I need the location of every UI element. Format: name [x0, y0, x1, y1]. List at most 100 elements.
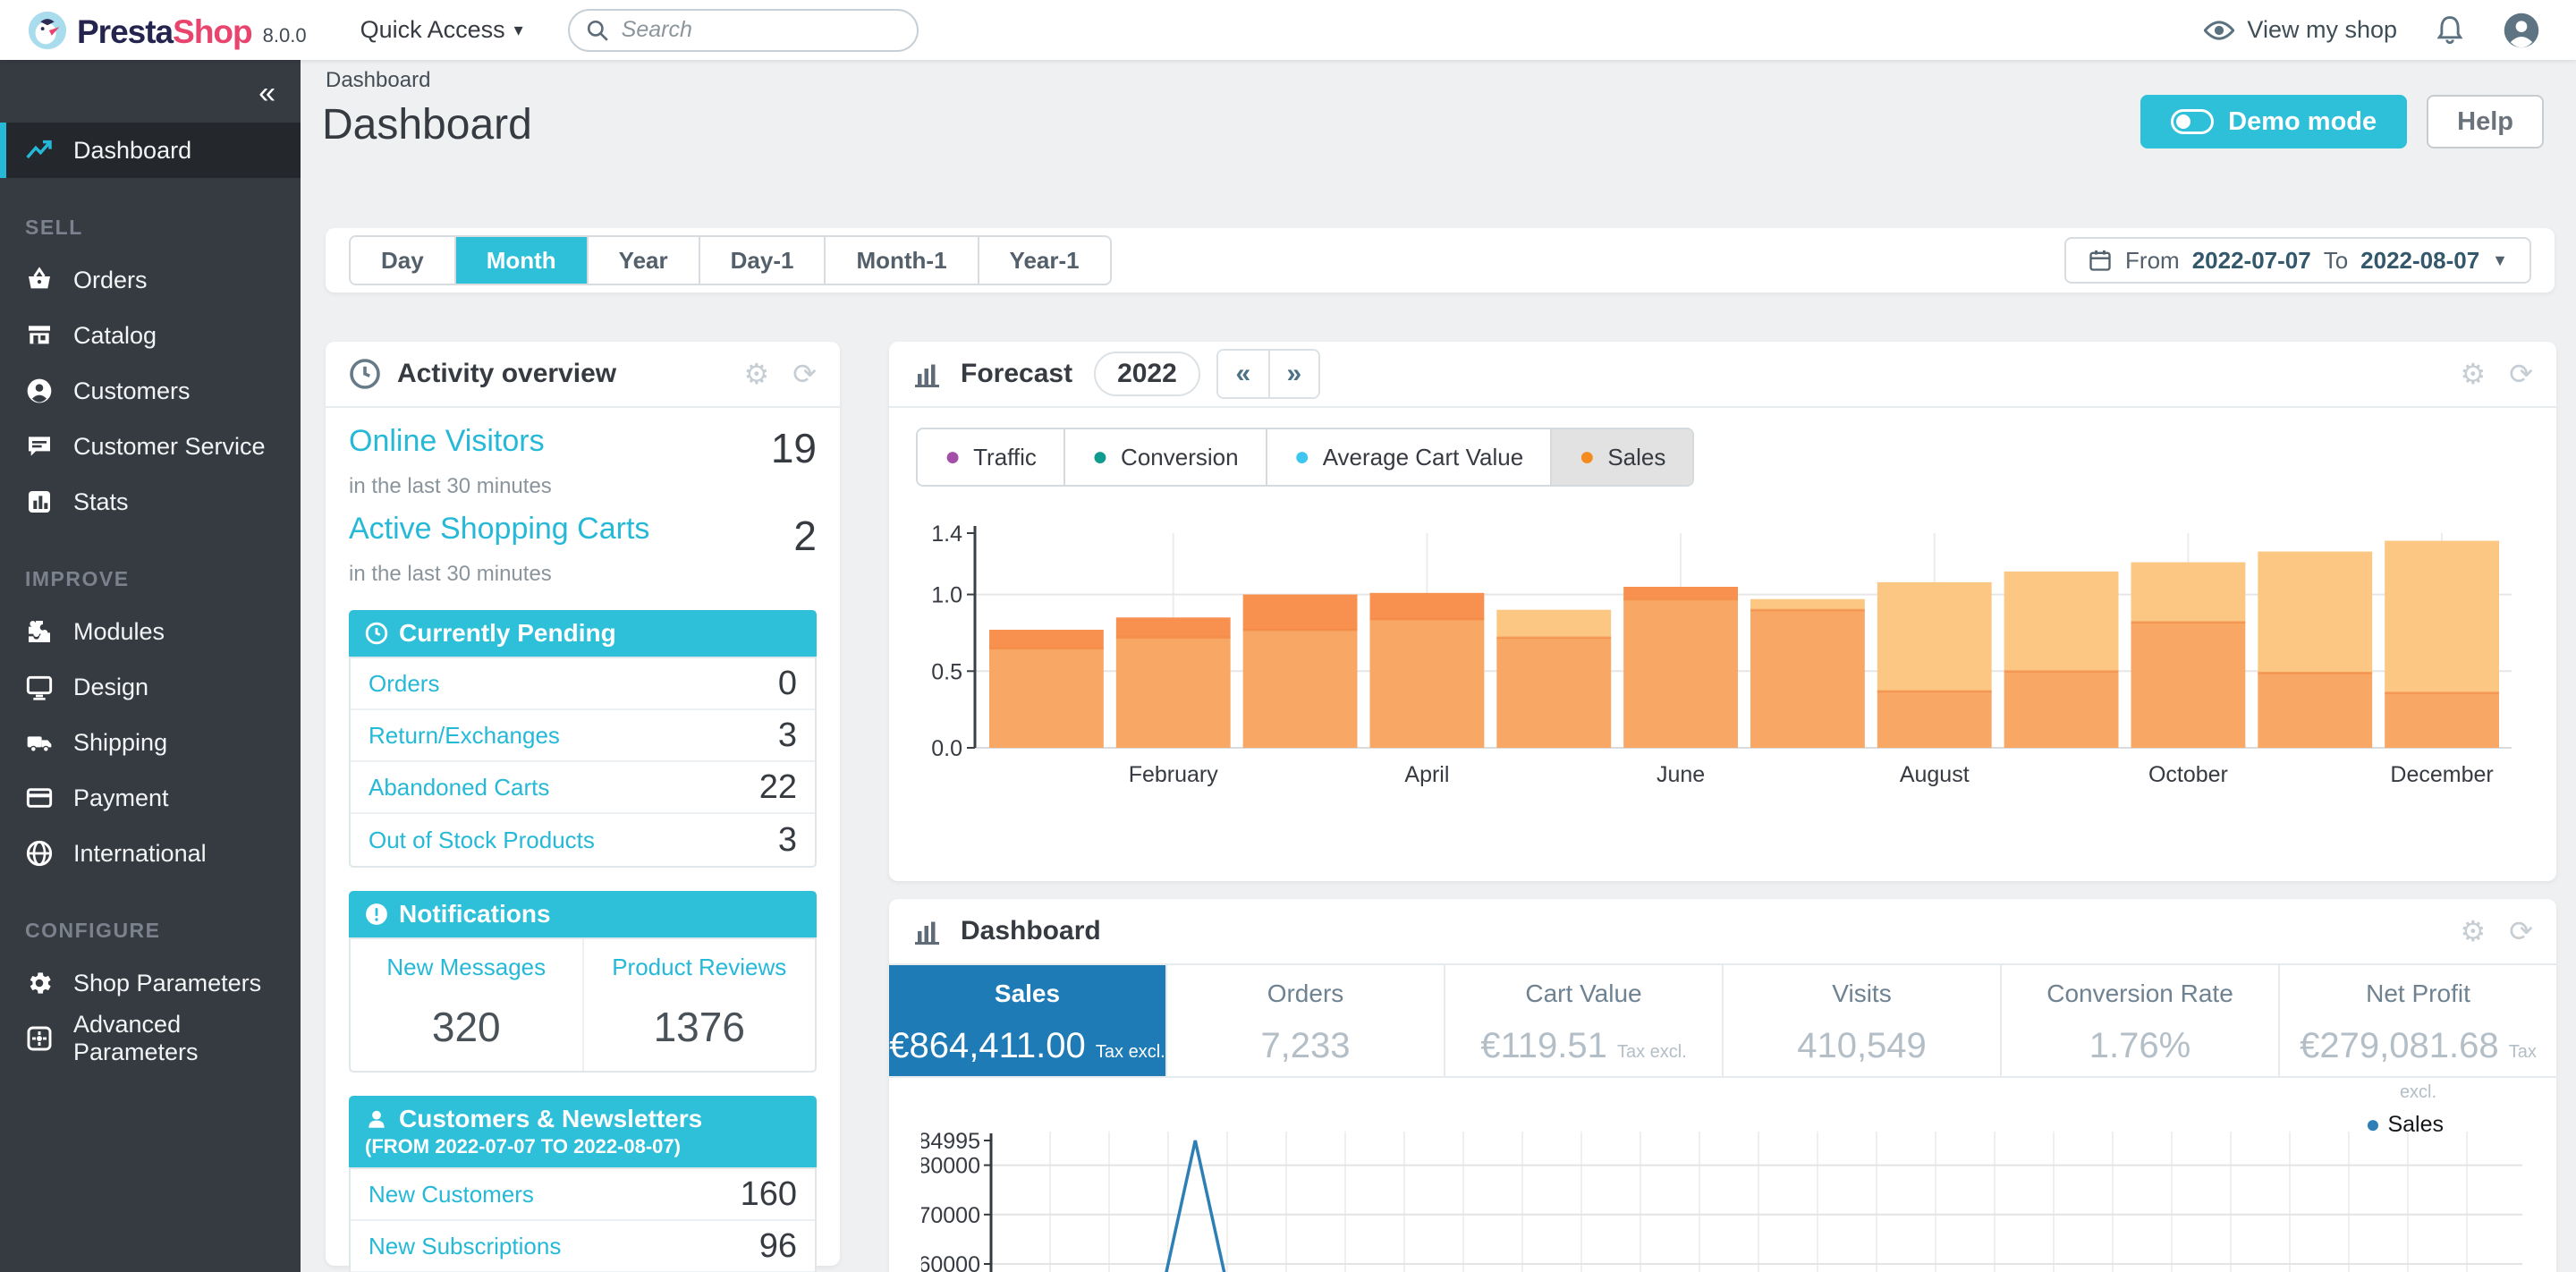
out-of-stock-value: 3 — [777, 820, 797, 859]
panel-refresh-icon[interactable]: ⟳ — [2509, 360, 2533, 388]
demo-mode-button[interactable]: Demo mode — [2140, 95, 2408, 148]
sidebar-item-label: Stats — [73, 488, 129, 515]
list-item: Abandoned Carts 22 — [351, 762, 815, 814]
range-month-1-button[interactable]: Month-1 — [826, 237, 979, 284]
view-my-shop-link[interactable]: View my shop — [2204, 16, 2397, 44]
activity-panel-title: Activity overview — [397, 359, 617, 388]
sidebar-item-stats[interactable]: Stats — [0, 474, 301, 530]
metric-label: Net Profit — [2366, 979, 2470, 1007]
svg-text:August: August — [1900, 762, 1970, 787]
date-range-picker-button[interactable]: From 2022-07-07 To 2022-08-07 ▼ — [2064, 237, 2531, 284]
list-item: Orders 0 — [351, 658, 815, 710]
metric-conversion-rate[interactable]: Conversion Rate 1.76% — [2002, 965, 2280, 1076]
customers-newsletters-range: (FROM 2022-07-07 TO 2022-08-07) — [365, 1135, 681, 1158]
sales-legend-label: Sales — [2387, 1111, 2444, 1137]
average-cart-value-dot-icon: ● — [1293, 442, 1310, 471]
currently-pending-list: Orders 0 Return/Exchanges 3 Abandoned Ca… — [349, 657, 817, 868]
help-button[interactable]: Help — [2427, 95, 2544, 148]
metric-cart-value[interactable]: Cart Value €119.51 Tax excl. — [1445, 965, 1724, 1076]
panel-settings-gear-icon[interactable]: ⚙ — [2461, 360, 2487, 388]
monitor-icon — [26, 675, 53, 700]
range-year-button[interactable]: Year — [588, 237, 700, 284]
forecast-prev-year-button[interactable]: « — [1217, 351, 1268, 397]
prestashop-logo[interactable]: Presta Shop 8.0.0 — [0, 10, 307, 51]
active-carts-link[interactable]: Active Shopping Carts — [349, 512, 649, 547]
tab-average-cart-value[interactable]: ● Average Cart Value — [1267, 429, 1553, 485]
new-subscriptions-link[interactable]: New Subscriptions — [369, 1233, 561, 1260]
sidebar-item-dashboard[interactable]: Dashboard — [0, 123, 301, 178]
panel-refresh-icon[interactable]: ⟳ — [792, 360, 817, 388]
panel-refresh-icon[interactable]: ⟳ — [2509, 917, 2533, 946]
stats-icon — [29, 491, 50, 513]
sidebar-item-modules[interactable]: Modules — [0, 604, 301, 659]
panel-settings-gear-icon[interactable]: ⚙ — [2461, 917, 2487, 946]
sidebar-item-catalog[interactable]: Catalog — [0, 308, 301, 363]
tab-traffic[interactable]: ● Traffic — [918, 429, 1065, 485]
sales-dot-icon: ● — [1579, 442, 1596, 471]
brand-shop: Shop — [173, 13, 252, 50]
sidebar-item-label: Modules — [73, 617, 165, 645]
notifications-bell-button[interactable] — [2436, 15, 2463, 46]
metric-sales[interactable]: Sales €864,411.00 Tax excl. — [889, 965, 1167, 1076]
date-from-value: 2022-07-07 — [2191, 246, 2311, 274]
sidebar-section-improve: IMPROVE — [25, 567, 130, 590]
online-visitors-link[interactable]: Online Visitors — [349, 424, 545, 459]
metric-visits[interactable]: Visits 410,549 — [1724, 965, 2002, 1076]
tab-sales[interactable]: ● Sales — [1552, 429, 1693, 485]
svg-text:December: December — [2390, 762, 2493, 787]
sidebar-collapse-button[interactable]: « — [258, 78, 275, 108]
traffic-dot-icon: ● — [945, 442, 962, 471]
tab-label: Conversion — [1121, 443, 1239, 471]
sales-legend-dot-icon: ● — [2365, 1110, 2381, 1138]
metric-orders[interactable]: Orders 7,233 — [1167, 965, 1445, 1076]
forecast-panel: Forecast 2022 « » ⚙ ⟳ ● Traffic ● Conver… — [889, 342, 2556, 881]
search-box[interactable] — [567, 8, 919, 52]
svg-text:April: April — [1404, 762, 1449, 787]
range-day-button[interactable]: Day — [351, 237, 456, 284]
tab-label: Sales — [1607, 443, 1666, 471]
prestashop-bird-icon — [28, 11, 67, 49]
sidebar-item-advanced-parameters[interactable]: Advanced Parameters — [0, 1011, 301, 1066]
demo-mode-label: Demo mode — [2228, 106, 2377, 136]
date-from-label: From — [2125, 246, 2180, 274]
clock-icon — [365, 622, 388, 645]
product-reviews-link[interactable]: Product Reviews — [612, 954, 786, 980]
pending-orders-link[interactable]: Orders — [369, 670, 439, 698]
panel-settings-gear-icon[interactable]: ⚙ — [744, 360, 770, 388]
bell-icon — [2436, 15, 2463, 44]
list-item: New Subscriptions 96 — [351, 1221, 815, 1272]
breadcrumb[interactable]: Dashboard — [326, 68, 430, 93]
range-day-1-button[interactable]: Day-1 — [699, 237, 826, 284]
sidebar-item-design[interactable]: Design — [0, 659, 301, 715]
sidebar-item-orders[interactable]: Orders — [0, 252, 301, 308]
return-exchanges-link[interactable]: Return/Exchanges — [369, 722, 560, 750]
sidebar-item-customer-service[interactable]: Customer Service — [0, 419, 301, 474]
product-reviews-cell: Product Reviews 1376 — [581, 939, 816, 1071]
out-of-stock-link[interactable]: Out of Stock Products — [369, 827, 595, 854]
range-year-1-button[interactable]: Year-1 — [979, 237, 1110, 284]
sidebar-item-label: Customers — [73, 377, 191, 404]
quick-access-menu[interactable]: Quick Access ▾ — [360, 16, 523, 44]
tab-label: Traffic — [973, 443, 1037, 471]
tab-conversion[interactable]: ● Conversion — [1064, 429, 1267, 485]
sidebar-item-international[interactable]: International — [0, 826, 301, 881]
new-messages-link[interactable]: New Messages — [386, 954, 546, 980]
new-customers-link[interactable]: New Customers — [369, 1181, 534, 1208]
forecast-next-year-button[interactable]: » — [1267, 351, 1318, 397]
range-month-button[interactable]: Month — [455, 237, 589, 284]
range-button-group: Day Month Year Day-1 Month-1 Year-1 — [349, 235, 1112, 285]
sidebar-section-configure: CONFIGURE — [25, 919, 161, 942]
sidebar-item-shipping[interactable]: Shipping — [0, 715, 301, 770]
svg-text:0.0: 0.0 — [931, 736, 962, 761]
metric-value: 7,233 — [1260, 1026, 1351, 1065]
sidebar-item-shop-parameters[interactable]: Shop Parameters — [0, 955, 301, 1011]
chat-icon — [29, 437, 50, 456]
sidebar-item-customers[interactable]: Customers — [0, 363, 301, 419]
metric-net-profit[interactable]: Net Profit €279,081.68 Tax excl. — [2280, 965, 2556, 1102]
abandoned-carts-link[interactable]: Abandoned Carts — [369, 774, 549, 801]
search-input[interactable] — [621, 17, 872, 43]
list-item: New Customers 160 — [351, 1169, 815, 1221]
account-menu-button[interactable] — [2503, 12, 2540, 49]
sidebar-item-payment[interactable]: Payment — [0, 770, 301, 826]
alert-circle-icon — [366, 903, 387, 925]
